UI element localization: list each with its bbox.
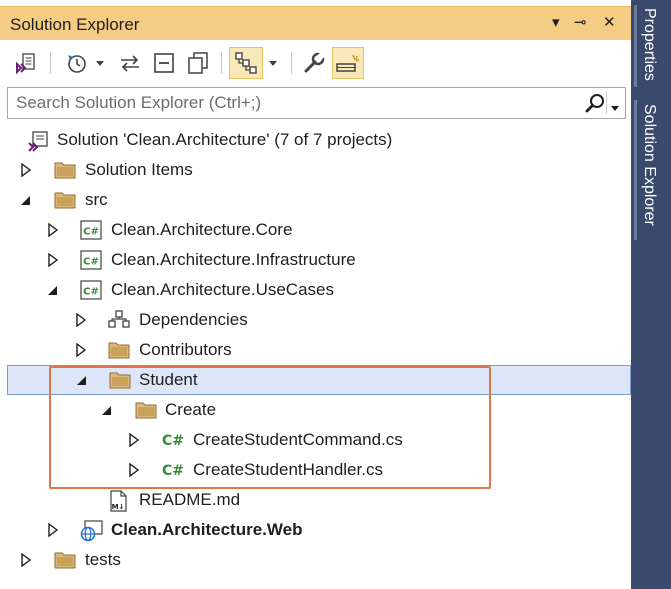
preview-selected-icon[interactable] bbox=[332, 47, 364, 79]
tree-item-label: CreateStudentHandler.cs bbox=[193, 460, 383, 479]
folder-icon bbox=[135, 400, 157, 420]
expand-arrow-icon[interactable] bbox=[75, 342, 87, 358]
window-position-dropdown[interactable]: ▾ bbox=[552, 13, 560, 31]
tree-item-core-project[interactable]: C# Clean.Architecture.Core bbox=[0, 215, 631, 245]
csharp-project-icon: C# bbox=[80, 280, 102, 300]
title-bar: Solution Explorer ▾ ⊸ ✕ bbox=[0, 6, 631, 40]
collapse-arrow-icon[interactable] bbox=[101, 403, 113, 417]
folder-icon bbox=[109, 370, 131, 390]
tree-item-label: CreateStudentCommand.cs bbox=[193, 430, 403, 449]
switch-views-dropdown-icon[interactable] bbox=[265, 50, 281, 76]
tree-item-label: Clean.Architecture.UseCases bbox=[111, 280, 334, 299]
folder-icon bbox=[54, 160, 76, 180]
svg-text:M↓: M↓ bbox=[112, 503, 125, 511]
tree-item-usecases-project[interactable]: C# Clean.Architecture.UseCases bbox=[0, 275, 631, 305]
search-input[interactable] bbox=[8, 88, 586, 118]
csharp-project-icon: C# bbox=[80, 220, 102, 240]
switch-views-icon[interactable] bbox=[229, 47, 263, 79]
collapse-arrow-icon[interactable] bbox=[76, 373, 88, 387]
sync-icon[interactable] bbox=[116, 50, 144, 76]
history-dropdown-icon[interactable] bbox=[92, 50, 108, 76]
svg-text:C#: C# bbox=[83, 227, 99, 238]
expand-arrow-icon[interactable] bbox=[20, 162, 32, 178]
tree-item-label: Dependencies bbox=[139, 310, 248, 329]
tree-item-dependencies[interactable]: Dependencies bbox=[0, 305, 631, 335]
tab-strip-indicator bbox=[634, 100, 637, 240]
tree-item-label: Student bbox=[139, 370, 198, 389]
tree-item-create-student-command[interactable]: C# CreateStudentCommand.cs bbox=[0, 425, 631, 455]
tab-solution-explorer[interactable]: Solution Explorer bbox=[640, 104, 658, 226]
expand-arrow-icon[interactable] bbox=[128, 432, 140, 448]
toolbar-separator bbox=[50, 52, 51, 74]
tree-item-infrastructure-project[interactable]: C# Clean.Architecture.Infrastructure bbox=[0, 245, 631, 275]
vs-solution-icon[interactable] bbox=[12, 50, 40, 76]
tree-item-readme[interactable]: M↓ README.md bbox=[0, 485, 631, 515]
svg-text:C#: C# bbox=[162, 433, 184, 449]
folder-icon bbox=[54, 550, 76, 570]
svg-text:C#: C# bbox=[162, 463, 184, 479]
tree-item-create[interactable]: Create bbox=[0, 395, 631, 425]
expand-arrow-icon[interactable] bbox=[47, 222, 59, 238]
search-box bbox=[7, 87, 626, 119]
toolbar-separator bbox=[291, 52, 292, 74]
solution-icon bbox=[27, 130, 48, 152]
expand-arrow-icon[interactable] bbox=[20, 552, 32, 568]
side-tool-tabs: Properties Solution Explorer bbox=[631, 0, 671, 589]
collapse-arrow-icon[interactable] bbox=[20, 193, 32, 207]
folder-icon bbox=[108, 340, 130, 360]
tree-item-label: tests bbox=[85, 550, 121, 569]
csharp-project-icon: C# bbox=[80, 250, 102, 270]
search-icon[interactable] bbox=[585, 93, 605, 118]
tree-item-label: src bbox=[85, 190, 108, 209]
markdown-file-icon: M↓ bbox=[108, 490, 128, 512]
toolbar-separator bbox=[221, 52, 222, 74]
tree-item-src[interactable]: src bbox=[0, 185, 631, 215]
pin-button[interactable]: ⊸ bbox=[574, 13, 587, 31]
toolbar bbox=[0, 40, 631, 86]
tree-item-label: Contributors bbox=[139, 340, 232, 359]
expand-arrow-icon[interactable] bbox=[128, 462, 140, 478]
tree-item-label: Clean.Architecture.Web bbox=[111, 520, 303, 539]
tree-item-solution[interactable]: Solution 'Clean.Architecture' (7 of 7 pr… bbox=[0, 125, 631, 155]
properties-wrench-icon[interactable] bbox=[300, 50, 328, 76]
tree-item-create-student-handler[interactable]: C# CreateStudentHandler.cs bbox=[0, 455, 631, 485]
search-separator bbox=[606, 92, 607, 114]
web-project-icon bbox=[80, 520, 104, 542]
folder-icon bbox=[54, 190, 76, 210]
dependencies-icon bbox=[108, 310, 130, 330]
show-all-files-icon[interactable] bbox=[184, 50, 212, 76]
tree-item-web-project[interactable]: Clean.Architecture.Web bbox=[0, 515, 631, 545]
csharp-file-icon: C# bbox=[160, 430, 186, 450]
tree-item-solution-items[interactable]: Solution Items bbox=[0, 155, 631, 185]
tree-item-student[interactable]: Student bbox=[7, 365, 631, 395]
tree-item-tests[interactable]: tests bbox=[0, 545, 631, 575]
tree-item-label: Clean.Architecture.Infrastructure bbox=[111, 250, 356, 269]
expand-arrow-icon[interactable] bbox=[47, 522, 59, 538]
collapse-arrow-icon[interactable] bbox=[47, 283, 59, 297]
solution-explorer-panel: Solution Explorer ▾ ⊸ ✕ Search Solution … bbox=[0, 0, 631, 589]
tab-properties[interactable]: Properties bbox=[640, 8, 658, 81]
collapse-all-icon[interactable] bbox=[150, 50, 178, 76]
panel-title: Solution Explorer bbox=[10, 15, 140, 34]
expand-arrow-icon[interactable] bbox=[75, 312, 87, 328]
tree-item-contributors[interactable]: Contributors bbox=[0, 335, 631, 365]
tree-item-label: Solution Items bbox=[85, 160, 193, 179]
tree-item-label: Create bbox=[165, 400, 217, 419]
svg-text:C#: C# bbox=[83, 257, 99, 268]
expand-arrow-icon[interactable] bbox=[47, 252, 59, 268]
tree-item-label: Solution 'Clean.Architecture' (7 of 7 pr… bbox=[57, 130, 393, 149]
csharp-file-icon: C# bbox=[160, 460, 186, 480]
search-options-dropdown-icon[interactable] bbox=[610, 100, 620, 118]
history-icon[interactable] bbox=[63, 50, 89, 76]
tree-item-label: Clean.Architecture.Core bbox=[111, 220, 293, 239]
tree-item-label: README.md bbox=[139, 490, 241, 509]
close-button[interactable]: ✕ bbox=[603, 13, 616, 31]
svg-text:C#: C# bbox=[83, 287, 99, 298]
tab-strip-indicator bbox=[634, 5, 637, 87]
